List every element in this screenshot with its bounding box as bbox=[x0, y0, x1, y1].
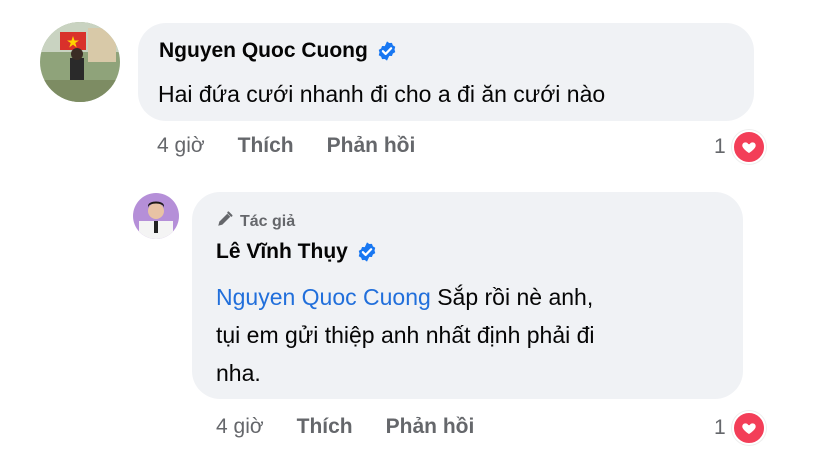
comment-text: Hai đứa cưới nhanh đi cho a đi ăn cưới n… bbox=[158, 81, 606, 107]
reply-text-line1: Nguyen Quoc Cuong Sắp rồi nè anh, bbox=[216, 278, 595, 316]
comment-reply-button[interactable]: Phản hồi bbox=[327, 134, 416, 158]
reply-text: Nguyen Quoc Cuong Sắp rồi nè anh, tụi em… bbox=[216, 278, 595, 392]
comment-reactions[interactable]: 1 bbox=[714, 130, 766, 164]
author-badge: Tác giả bbox=[216, 210, 295, 233]
comment-author[interactable]: Nguyen Quoc Cuong bbox=[159, 39, 398, 63]
verified-badge-icon bbox=[376, 40, 398, 62]
reply-text-line2: tụi em gửi thiệp anh nhất định phải đi bbox=[216, 322, 595, 348]
reply-actions: 4 giờ Thích Phản hồi bbox=[216, 415, 474, 439]
verified-badge-icon bbox=[356, 241, 378, 263]
reply-reply-button[interactable]: Phản hồi bbox=[386, 415, 475, 439]
reply-author-name[interactable]: Lê Vĩnh Thụy bbox=[216, 240, 348, 264]
reply-time[interactable]: 4 giờ bbox=[216, 415, 264, 439]
comment-reaction-count: 1 bbox=[714, 135, 726, 158]
comment-bubble: Nguyen Quoc Cuong Hai đứa cưới nhanh đi … bbox=[138, 23, 754, 121]
reply-author-avatar[interactable] bbox=[133, 193, 179, 239]
reply-author[interactable]: Lê Vĩnh Thụy bbox=[216, 240, 378, 264]
heart-reaction-icon bbox=[731, 411, 766, 445]
mention-link[interactable]: Nguyen Quoc Cuong bbox=[216, 284, 431, 310]
comment-time[interactable]: 4 giờ bbox=[157, 134, 205, 158]
reply-reactions[interactable]: 1 bbox=[714, 411, 766, 445]
reply-like-button[interactable]: Thích bbox=[297, 415, 353, 439]
reply-text-line1-rest: Sắp rồi nè anh, bbox=[430, 284, 594, 310]
comment-like-button[interactable]: Thích bbox=[238, 134, 294, 158]
comment-author-name[interactable]: Nguyen Quoc Cuong bbox=[159, 39, 368, 63]
reply-text-line3: nha. bbox=[216, 360, 261, 386]
pen-icon bbox=[216, 210, 234, 233]
reply-reaction-count: 1 bbox=[714, 416, 726, 439]
comment-actions: 4 giờ Thích Phản hồi bbox=[157, 134, 415, 158]
heart-reaction-icon bbox=[731, 130, 766, 164]
reply-bubble: Tác giả Lê Vĩnh Thụy Nguyen Quoc Cuong S… bbox=[192, 192, 743, 399]
author-badge-label: Tác giả bbox=[240, 212, 296, 230]
commenter-avatar[interactable] bbox=[40, 22, 120, 102]
